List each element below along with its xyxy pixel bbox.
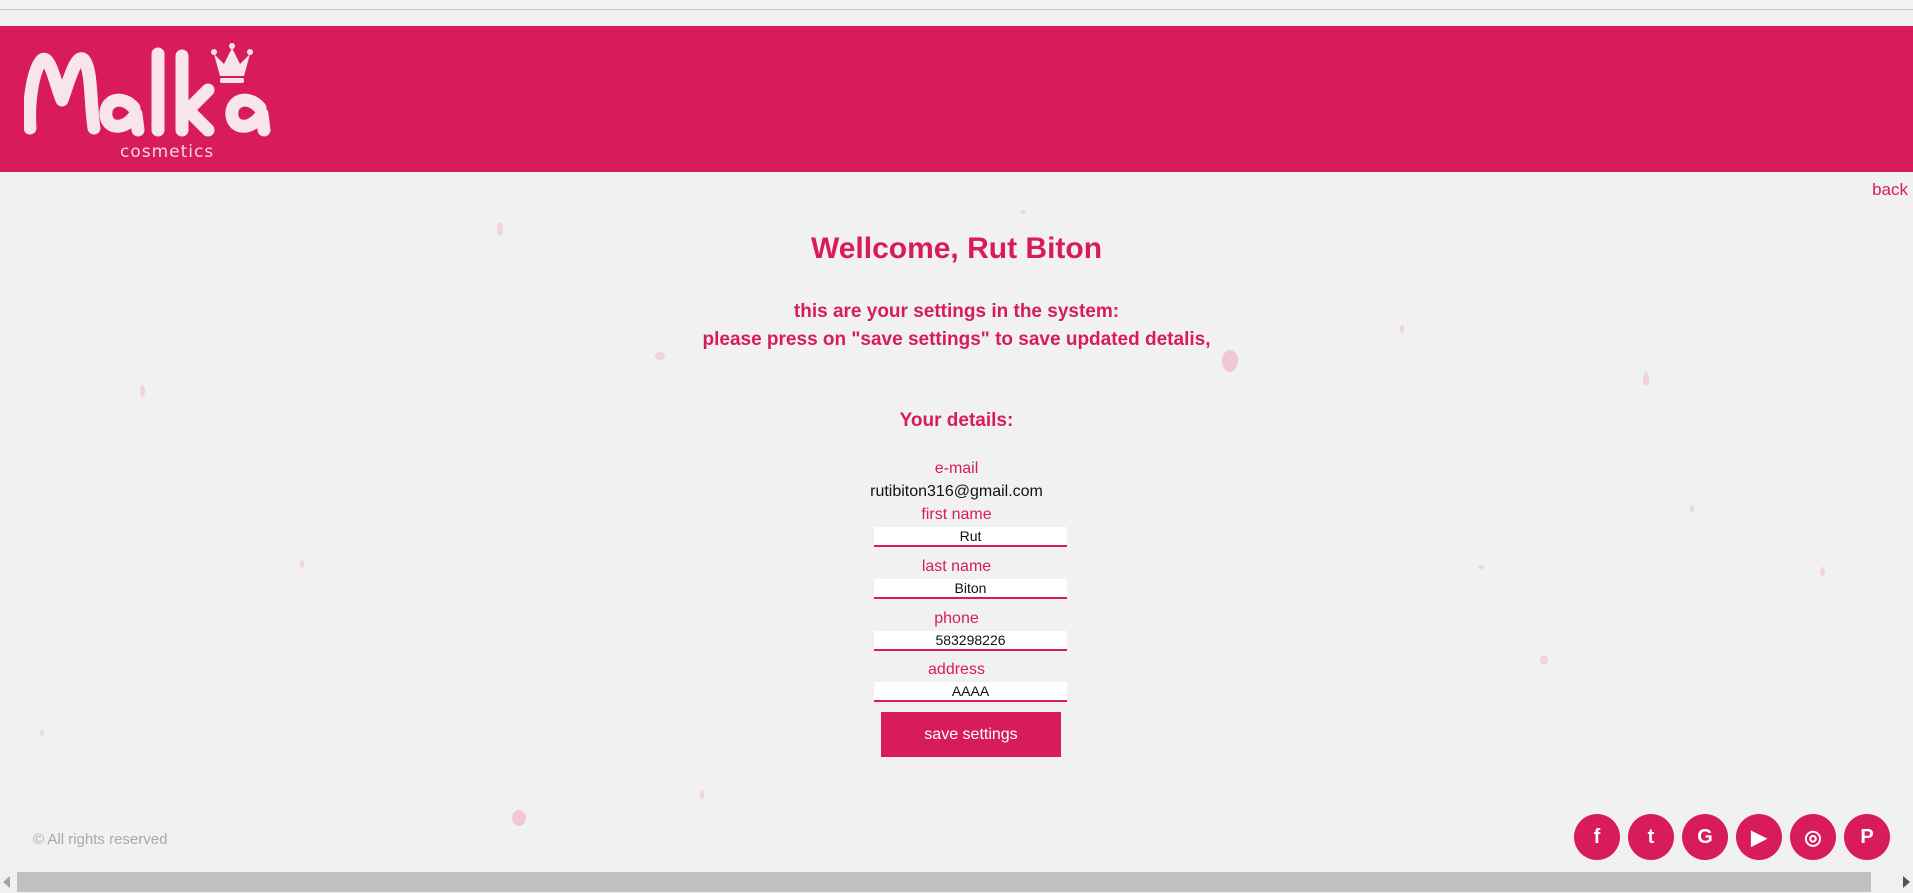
first-name-label: first name: [921, 506, 992, 523]
site-header: cosmetics: [0, 26, 1913, 172]
twitter-icon[interactable]: t: [1628, 814, 1674, 860]
browser-top-strip: [0, 0, 1913, 10]
instructions: this are your settings in the system: pl…: [0, 298, 1913, 354]
instructions-line-2: please press on "save settings" to save …: [702, 329, 1211, 350]
petal-decoration: [1643, 372, 1649, 386]
malka-logo[interactable]: cosmetics: [23, 38, 274, 163]
petal-decoration: [1020, 210, 1026, 214]
facebook-icon[interactable]: f: [1574, 814, 1620, 860]
malka-logo-wordmark: [23, 43, 271, 137]
scroll-left-arrow-icon[interactable]: [3, 876, 10, 888]
email-value: rutibiton316@gmail.com: [870, 483, 1043, 500]
phone-label: phone: [934, 610, 979, 627]
copyright-text: © All rights reserved: [33, 831, 168, 848]
instagram-icon[interactable]: ◎: [1790, 814, 1836, 860]
welcome-heading: Wellcome, Rut Biton: [810, 232, 1103, 265]
scrollbar-thumb[interactable]: [17, 872, 1871, 892]
details-heading: Your details:: [899, 410, 1014, 431]
petal-decoration: [700, 790, 704, 800]
youtube-icon[interactable]: ▶: [1736, 814, 1782, 860]
horizontal-scrollbar[interactable]: [0, 871, 1913, 893]
first-name-field[interactable]: [874, 527, 1067, 547]
save-settings-button[interactable]: save settings: [881, 712, 1061, 757]
scroll-right-arrow-icon[interactable]: [1903, 876, 1910, 888]
petal-decoration: [140, 385, 145, 397]
google-icon[interactable]: G: [1682, 814, 1728, 860]
petal-decoration: [512, 810, 526, 826]
back-link[interactable]: back: [1872, 180, 1908, 200]
petal-decoration: [40, 730, 44, 736]
instructions-line-1: this are your settings in the system:: [793, 301, 1120, 322]
phone-field[interactable]: [874, 631, 1067, 651]
address-label: address: [928, 661, 985, 678]
address-field[interactable]: [874, 682, 1067, 702]
email-label: e-mail: [934, 460, 979, 477]
last-name-field[interactable]: [874, 579, 1067, 599]
page: cosmetics back Wellcome, Rut Biton this …: [0, 0, 1913, 893]
logo-subtitle: cosmetics: [120, 142, 215, 162]
pinterest-icon[interactable]: P: [1844, 814, 1890, 860]
last-name-label: last name: [921, 558, 992, 575]
